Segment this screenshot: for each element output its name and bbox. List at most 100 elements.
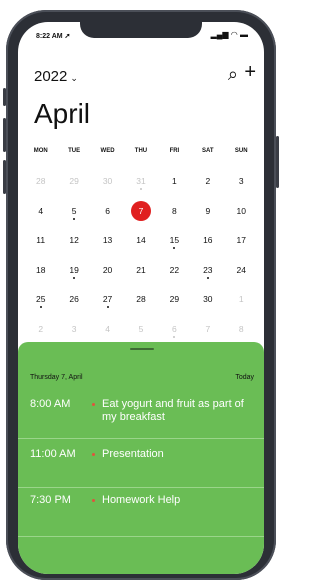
- event-time: 8:00 AM: [30, 398, 71, 410]
- day-number: 6: [172, 323, 177, 334]
- selected-date-label: Thursday 7, April: [30, 374, 83, 381]
- day-cell[interactable]: 14: [124, 231, 157, 261]
- day-cell[interactable]: 26: [57, 290, 90, 320]
- day-cell[interactable]: 31: [124, 172, 157, 202]
- day-number: 5: [138, 323, 144, 334]
- month-grid: 28 29 30 31 1 2 3 4 5 6 7 8 9 10 11 12 13 14 15 16 17 18 19 20 2…: [24, 172, 258, 349]
- event-dot-icon: [139, 188, 142, 190]
- divider: [18, 536, 264, 537]
- day-cell[interactable]: 30: [91, 172, 124, 202]
- weekday-label: TUE: [68, 148, 81, 154]
- power-button: [276, 136, 279, 188]
- week-row: 18 19 20 21 22 23 24: [24, 261, 258, 291]
- day-cell[interactable]: 23: [191, 261, 224, 291]
- day-cell[interactable]: 3: [225, 172, 258, 202]
- search-icon[interactable]: ⌕: [228, 64, 238, 85]
- day-number: 26: [69, 294, 79, 304]
- day-cell[interactable]: 15: [158, 231, 191, 261]
- day-cell[interactable]: 22: [158, 261, 191, 291]
- day-cell[interactable]: 16: [191, 231, 224, 261]
- day-cell[interactable]: 19: [57, 261, 90, 291]
- day-cell[interactable]: 18: [24, 261, 57, 291]
- event-bullet-icon: [92, 453, 95, 456]
- day-number: 7: [205, 323, 211, 334]
- day-number: 14: [136, 235, 146, 245]
- divider: [18, 438, 264, 439]
- day-number: 24: [236, 264, 246, 275]
- day-number: 10: [236, 205, 246, 216]
- day-cell[interactable]: 30: [191, 290, 224, 320]
- event-item[interactable]: 8:00 AM Eat yogurt and fruit as part of …: [30, 398, 256, 426]
- day-number: 7: [130, 200, 151, 221]
- event-dot-icon: [39, 306, 42, 308]
- day-number: 3: [71, 323, 77, 334]
- day-cell[interactable]: 1: [225, 290, 258, 320]
- weekday-label: SUN: [234, 148, 248, 154]
- weekday-label: THU: [134, 148, 148, 154]
- day-cell[interactable]: 13: [91, 231, 124, 261]
- day-cell[interactable]: 25: [24, 290, 57, 320]
- event-dot-icon: [206, 276, 209, 279]
- day-number: 15: [169, 235, 180, 245]
- status-time: 8:22 AM ➚: [36, 33, 71, 40]
- event-dot-icon: [173, 247, 176, 249]
- day-cell[interactable]: 29: [158, 290, 191, 320]
- volume-down-button: [3, 160, 6, 194]
- status-bar: 8:22 AM ➚ ▂▄▆ ◠ ▬: [18, 22, 264, 48]
- year-selector[interactable]: 2022 ⌄: [34, 68, 78, 85]
- event-title: Eat yogurt and fruit as part of my break…: [102, 398, 244, 423]
- volume-up-button: [3, 118, 6, 152]
- sheet-grabber[interactable]: [130, 348, 154, 350]
- day-number: 29: [169, 294, 180, 304]
- day-cell[interactable]: 20: [91, 261, 124, 291]
- day-cell[interactable]: 1: [158, 172, 191, 202]
- today-button[interactable]: Today: [235, 374, 254, 381]
- day-cell[interactable]: 28: [124, 290, 157, 320]
- status-icons: ▂▄▆ ◠ ▬: [211, 30, 248, 39]
- day-cell-today[interactable]: 7: [124, 200, 157, 232]
- week-row: 25 26 27 28 29 30 1: [24, 290, 258, 320]
- day-number: 23: [203, 264, 213, 275]
- sheet-header: Thursday 7, April Today: [30, 374, 256, 388]
- day-number: 9: [205, 205, 211, 216]
- day-number: 17: [236, 235, 246, 245]
- day-number: 8: [172, 205, 177, 216]
- day-cell[interactable]: 17: [225, 231, 258, 261]
- day-cell[interactable]: 21: [124, 261, 157, 291]
- screen: 8:22 AM ➚ ▂▄▆ ◠ ▬ 2022 ⌄ ⌕ + April MON TUE…: [18, 22, 264, 574]
- day-number: 4: [38, 205, 44, 216]
- event-item[interactable]: 11:00 AM Presentation: [30, 448, 256, 468]
- day-cell[interactable]: 27: [91, 290, 124, 320]
- month-title: April: [34, 98, 91, 129]
- day-number: 6: [105, 205, 110, 216]
- event-title: Homework Help: [102, 494, 181, 506]
- day-number: 3: [238, 176, 244, 186]
- calendar-toolbar: 2022 ⌄ ⌕ +: [18, 60, 264, 86]
- event-time: 7:30 PM: [30, 494, 71, 506]
- day-number: 28: [35, 176, 46, 186]
- weekday-header: MON TUE WED THU FRI SAT SUN: [24, 148, 258, 154]
- event-title: Presentation: [102, 448, 164, 460]
- day-cell[interactable]: 4: [24, 202, 57, 232]
- day-number: 27: [102, 294, 113, 304]
- day-cell[interactable]: 28: [24, 172, 57, 202]
- day-number: 25: [35, 294, 46, 304]
- day-number: 31: [136, 176, 146, 186]
- day-cell[interactable]: 29: [57, 172, 90, 202]
- day-cell[interactable]: 5: [57, 202, 90, 232]
- day-number: 13: [102, 235, 113, 245]
- day-number: 29: [69, 176, 79, 186]
- day-cell[interactable]: 11: [24, 231, 57, 261]
- add-event-button[interactable]: +: [244, 61, 256, 84]
- day-cell[interactable]: 2: [191, 172, 224, 202]
- day-cell[interactable]: 24: [225, 261, 258, 291]
- day-cell[interactable]: 10: [225, 202, 258, 232]
- weekday-label: SAT: [202, 148, 214, 154]
- event-item[interactable]: 7:30 PM Homework Help: [30, 494, 256, 514]
- day-cell[interactable]: 12: [57, 231, 90, 261]
- day-cell[interactable]: 8: [158, 202, 191, 232]
- day-cell[interactable]: 6: [91, 202, 124, 232]
- chevron-down-icon: ⌄: [70, 73, 78, 83]
- day-cell[interactable]: 9: [191, 202, 224, 232]
- day-number: 20: [102, 264, 113, 275]
